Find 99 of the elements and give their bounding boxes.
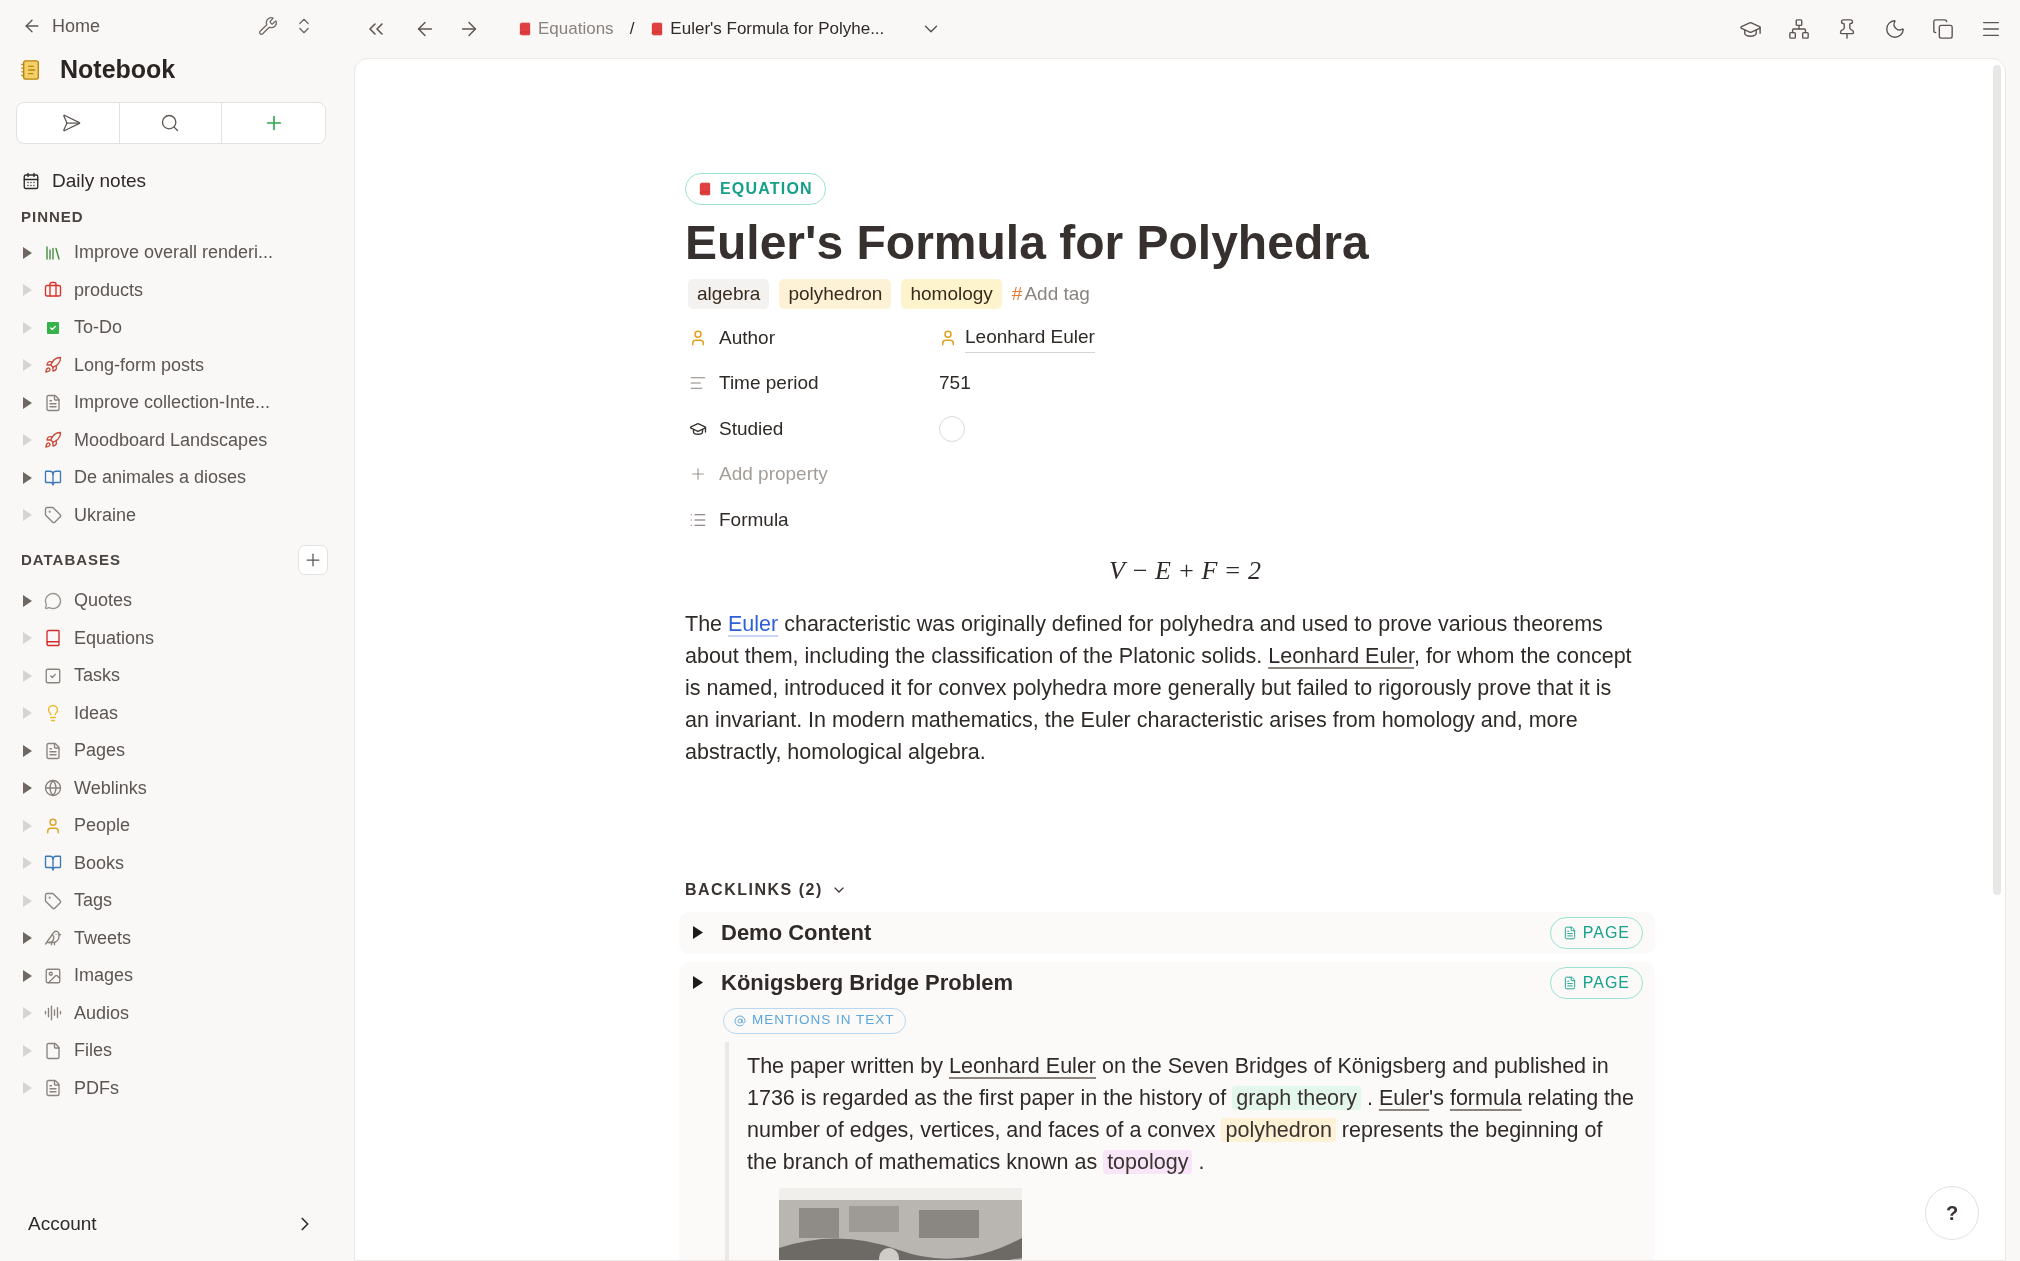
image-icon bbox=[44, 966, 62, 985]
page-link[interactable]: formula bbox=[1449, 1085, 1522, 1110]
rocket-icon bbox=[44, 356, 62, 375]
tag-link[interactable]: polyhedron bbox=[1221, 1117, 1336, 1142]
document-icon bbox=[1562, 925, 1577, 940]
copy-icon[interactable] bbox=[1932, 18, 1954, 40]
page-link[interactable]: Leonhard Euler bbox=[1268, 643, 1415, 668]
checkbox[interactable] bbox=[939, 415, 965, 442]
pdf-file-icon bbox=[44, 1079, 62, 1098]
sidebar-item[interactable]: Equations bbox=[74, 624, 155, 652]
checkbox-icon bbox=[44, 318, 62, 337]
moon-icon[interactable] bbox=[1884, 18, 1906, 40]
book-icon bbox=[650, 22, 665, 36]
sidebar-item[interactable]: Pages bbox=[74, 737, 126, 765]
link[interactable]: Euler bbox=[728, 611, 779, 636]
tag-link[interactable]: topology bbox=[1103, 1149, 1193, 1174]
books-icon bbox=[44, 243, 62, 262]
breadcrumb[interactable]: Euler's Formula for Polyhe... bbox=[650, 16, 885, 42]
formula: V − E + F = 2 bbox=[1109, 554, 1261, 587]
tag-icon bbox=[44, 891, 62, 910]
sidebar-item[interactable]: Moodboard Landscapes bbox=[74, 426, 268, 454]
book-icon bbox=[518, 22, 532, 36]
file-icon bbox=[44, 1041, 62, 1060]
book-icon bbox=[698, 182, 712, 196]
sidebar-item[interactable]: Weblinks bbox=[74, 774, 147, 802]
search-icon bbox=[160, 113, 181, 133]
section-heading: PINNED bbox=[20, 207, 85, 227]
audio-wave-icon bbox=[44, 1004, 62, 1023]
breadcrumb-separator: / bbox=[629, 18, 635, 41]
tag-chip[interactable]: polyhedron bbox=[779, 279, 892, 309]
property-label: Author bbox=[719, 325, 775, 350]
account-link[interactable]: Account bbox=[28, 1209, 97, 1239]
backlink-title[interactable]: Demo Content bbox=[721, 916, 872, 949]
sidebar-item[interactable]: Improve collection-Inte... bbox=[74, 389, 271, 417]
sidebar-item[interactable]: Tags bbox=[74, 887, 113, 915]
daily-notes-link[interactable]: Daily notes bbox=[52, 166, 146, 196]
document-icon bbox=[44, 393, 62, 412]
property-label: Studied bbox=[719, 416, 784, 441]
paragraph: The Euler characteristic was originally defined for polyhedra and used to prove various theorems about them, including the classification of the Platonic solids. Leonhard Euler, for whom the concept is named, introduced it for convex polyhedra more generally but failed to rigorously prove that it is an invariant. In modern mathematics, the Euler characteristic arises from homology and, more abstractly, homological algebra. bbox=[685, 610, 1633, 766]
book-icon bbox=[44, 468, 62, 487]
tag-icon bbox=[44, 506, 62, 525]
home-link[interactable]: Home bbox=[22, 12, 100, 40]
speech-bubble-icon bbox=[44, 591, 62, 610]
sidebar-item[interactable]: Tasks bbox=[74, 662, 120, 690]
document-icon bbox=[1562, 975, 1577, 990]
tag-chip[interactable]: algebra bbox=[688, 279, 770, 309]
person-icon bbox=[939, 328, 957, 347]
sidebar-item[interactable]: PDFs bbox=[74, 1074, 119, 1102]
graph-icon[interactable] bbox=[1788, 18, 1810, 40]
sidebar-item[interactable]: Ideas bbox=[74, 699, 119, 727]
person-icon bbox=[44, 816, 62, 835]
sidebar-item[interactable]: Books bbox=[74, 849, 125, 877]
rocket-icon bbox=[44, 431, 62, 450]
property-label: Formula bbox=[719, 507, 789, 532]
page-link[interactable]: Leonhard Euler bbox=[948, 1053, 1096, 1078]
property-label: Time period bbox=[719, 371, 819, 395]
sidebar-item[interactable]: Ukraine bbox=[74, 501, 137, 529]
notebook-icon bbox=[20, 57, 42, 83]
scrollbar[interactable] bbox=[1993, 65, 2001, 895]
backlink-title[interactable]: Königsberg Bridge Problem bbox=[721, 966, 1014, 999]
sidebar-item[interactable]: Tweets bbox=[74, 924, 132, 952]
help-button[interactable]: ? bbox=[1925, 1186, 1979, 1240]
sidebar-item[interactable]: Audios bbox=[74, 999, 130, 1027]
sidebar-item[interactable]: De animales a dioses bbox=[74, 464, 247, 492]
sidebar-item[interactable]: Files bbox=[74, 1037, 112, 1065]
sidebar-item[interactable]: Images bbox=[74, 962, 134, 990]
breadcrumb[interactable]: Equations bbox=[518, 16, 614, 42]
sidebar-item[interactable]: products bbox=[74, 276, 144, 304]
calendar-icon bbox=[22, 172, 40, 190]
expand-triangle-icon[interactable] bbox=[693, 926, 703, 939]
document-icon bbox=[44, 741, 62, 760]
tag-chip[interactable]: homology bbox=[901, 279, 1002, 309]
mention-paragraph: The paper written by Leonhard Euler on the Seven Bridges of Königsberg and published in 1736 is regarded as the first paper in the history of graph theory . Euler's formula relating the number of edges, vertices, and faces of a convex polyhedron represents the beginning of the branch of mathematics known as topology . bbox=[747, 1052, 1635, 1176]
page-title: Euler's Formula for Polyhedra bbox=[685, 215, 1370, 271]
checkbox-icon bbox=[44, 666, 62, 685]
book-icon bbox=[44, 629, 62, 648]
property-value-link[interactable]: Leonhard Euler bbox=[965, 323, 1095, 353]
add-database-button[interactable] bbox=[298, 545, 328, 575]
bird-icon bbox=[44, 929, 62, 948]
section-heading: DATABASES bbox=[21, 549, 122, 570]
backlinks-heading[interactable]: BACKLINKS (2) bbox=[685, 877, 823, 902]
add-tag-button[interactable]: Add tag bbox=[1024, 279, 1090, 309]
tag-link[interactable]: graph theory bbox=[1232, 1085, 1361, 1110]
page-link[interactable]: Euler bbox=[1378, 1085, 1430, 1110]
wrench-icon[interactable] bbox=[258, 16, 278, 36]
hash-symbol: # bbox=[1011, 281, 1023, 306]
property-value[interactable]: 751 bbox=[939, 369, 971, 398]
globe-icon bbox=[44, 779, 62, 798]
expand-triangle-icon[interactable] bbox=[693, 976, 703, 989]
at-sign-icon bbox=[734, 1014, 746, 1027]
workspace-title: Notebook bbox=[60, 54, 176, 86]
book-icon bbox=[44, 854, 62, 873]
sidebar-item[interactable]: People bbox=[74, 812, 131, 840]
sidebar-item[interactable]: Improve overall renderi... bbox=[74, 239, 274, 267]
sidebar-item[interactable]: Long-form posts bbox=[74, 351, 205, 379]
toolbox-icon bbox=[44, 281, 62, 300]
sidebar-item[interactable]: Quotes bbox=[74, 587, 133, 615]
person-icon bbox=[689, 328, 707, 347]
sidebar-item[interactable]: To-Do bbox=[74, 314, 122, 342]
